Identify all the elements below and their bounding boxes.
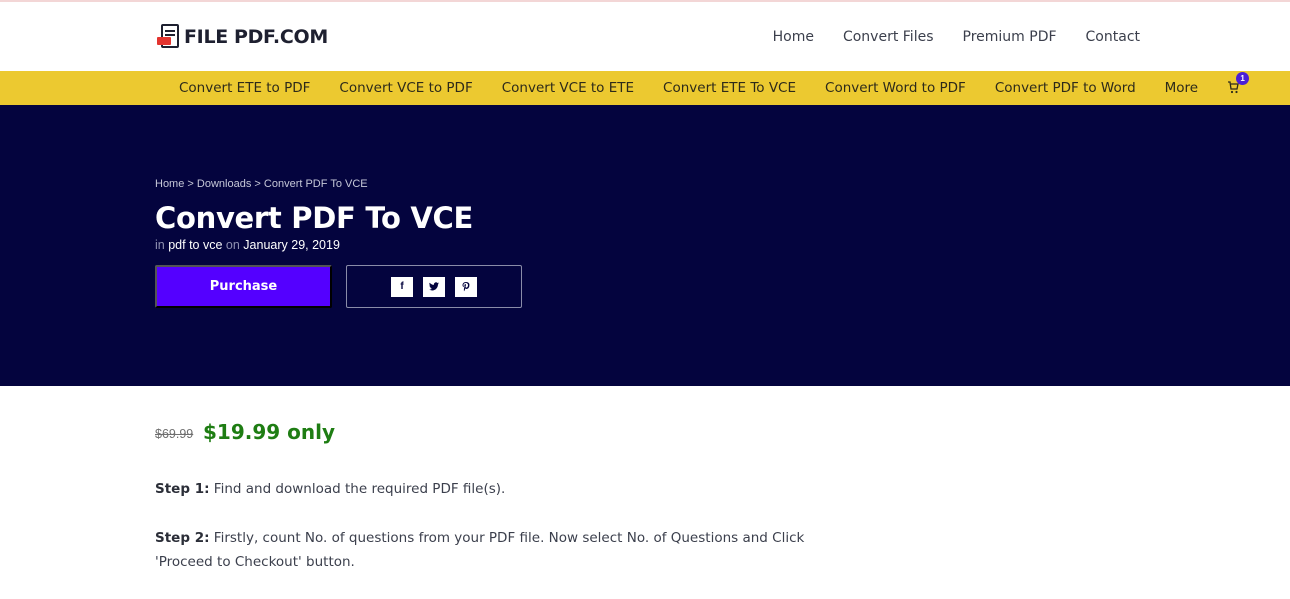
subnav-convert-vce-to-pdf[interactable]: Convert VCE to PDF bbox=[339, 80, 472, 96]
breadcrumb-separator: > bbox=[187, 178, 194, 190]
post-date: January 29, 2019 bbox=[243, 238, 340, 252]
pdf-file-icon bbox=[157, 24, 181, 50]
step-1: Step 1: Find and download the required P… bbox=[155, 477, 815, 501]
pinterest-icon[interactable] bbox=[455, 276, 477, 297]
subnav-convert-ete-to-vce[interactable]: Convert ETE To VCE bbox=[663, 80, 796, 96]
old-price: $69.99 bbox=[155, 427, 194, 441]
conversion-nav-bar: Convert ETE to PDF Convert VCE to PDF Co… bbox=[0, 71, 1290, 105]
sale-price: $19.99 only bbox=[203, 420, 336, 444]
page-title: Convert PDF To VCE bbox=[155, 201, 474, 235]
twitter-icon[interactable] bbox=[423, 276, 445, 297]
cart-count-badge: 1 bbox=[1236, 72, 1250, 85]
subnav-more[interactable]: More bbox=[1165, 80, 1198, 96]
breadcrumb-home[interactable]: Home bbox=[155, 178, 184, 190]
purchase-button[interactable]: Purchase bbox=[155, 265, 332, 308]
hero-banner: Home > Downloads > Convert PDF To VCE Co… bbox=[0, 105, 1290, 386]
post-meta: in pdf to vce on January 29, 2019 bbox=[155, 238, 340, 252]
site-logo[interactable]: FILE PDF.COM bbox=[157, 24, 328, 50]
meta-on-label: on bbox=[225, 238, 240, 252]
nav-contact[interactable]: Contact bbox=[1086, 29, 1140, 45]
breadcrumb-downloads[interactable]: Downloads bbox=[197, 178, 251, 190]
main-nav: Home Convert Files Premium PDF Contact bbox=[744, 29, 1140, 45]
nav-convert-files[interactable]: Convert Files bbox=[843, 29, 934, 45]
step-2: Step 2: Firstly, count No. of questions … bbox=[155, 526, 815, 574]
step-text: Find and download the required PDF file(… bbox=[213, 481, 506, 497]
step-label: Step 1: bbox=[155, 481, 210, 497]
share-box: f bbox=[346, 265, 522, 308]
step-label: Step 2: bbox=[155, 530, 210, 546]
facebook-icon[interactable]: f bbox=[391, 276, 413, 297]
subnav-convert-vce-to-ete[interactable]: Convert VCE to ETE bbox=[502, 80, 634, 96]
step-text: Firstly, count No. of questions from you… bbox=[155, 530, 805, 570]
site-header: FILE PDF.COM Home Convert Files Premium P… bbox=[0, 2, 1290, 71]
subnav-convert-ete-to-pdf[interactable]: Convert ETE to PDF bbox=[179, 80, 310, 96]
product-content: $69.99 $19.99 only Step 1: Find and down… bbox=[0, 386, 1290, 599]
subnav-convert-pdf-to-word[interactable]: Convert PDF to Word bbox=[995, 80, 1136, 96]
category-link[interactable]: pdf to vce bbox=[168, 238, 222, 252]
subnav-convert-word-to-pdf[interactable]: Convert Word to PDF bbox=[825, 80, 966, 96]
cart-button[interactable]: 1 bbox=[1227, 72, 1250, 95]
breadcrumb-current: Convert PDF To VCE bbox=[263, 178, 368, 190]
breadcrumb-separator: > bbox=[254, 178, 261, 190]
nav-premium-pdf[interactable]: Premium PDF bbox=[963, 29, 1057, 45]
meta-in-label: in bbox=[155, 238, 165, 252]
nav-home[interactable]: Home bbox=[773, 29, 814, 45]
breadcrumb: Home > Downloads > Convert PDF To VCE bbox=[155, 178, 368, 190]
logo-text: FILE PDF.COM bbox=[184, 26, 328, 48]
